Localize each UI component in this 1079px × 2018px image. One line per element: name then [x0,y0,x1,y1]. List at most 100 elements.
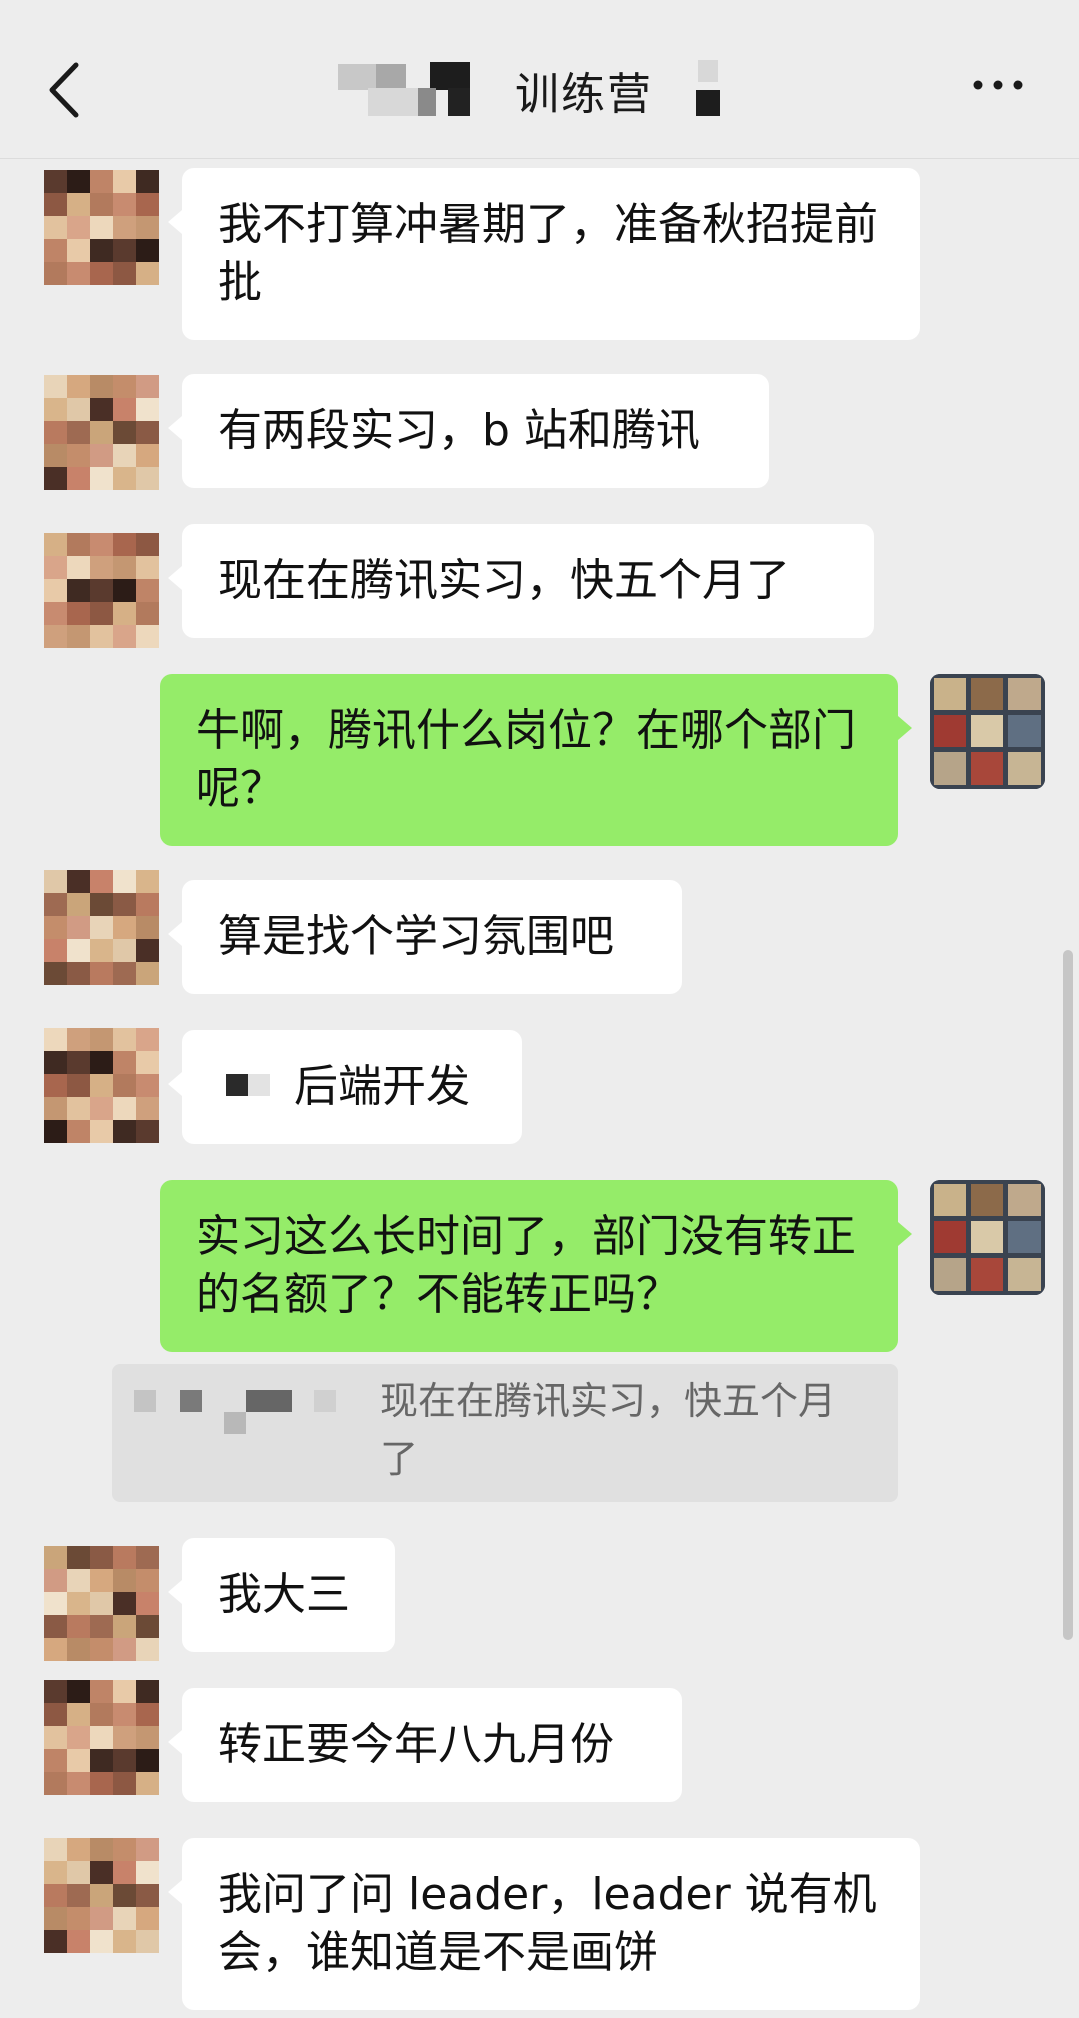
more-horizontal-icon[interactable] [968,60,1028,110]
avatar-mosaic-pixel [90,1680,113,1703]
self-avatar[interactable] [930,674,1045,789]
avatar-mosaic-pixel [136,579,159,602]
chevron-left-icon[interactable] [40,55,90,125]
avatar-mosaic-pixel [67,1884,90,1907]
message-bubble[interactable]: 牛啊，腾讯什么岗位？在哪个部门呢？ [160,674,912,846]
quoted-message-text: 现在在腾讯实习，快五个月了 [380,1379,837,1481]
avatar-mosaic-pixel [113,1074,136,1097]
avatar-mosaic-pixel [136,1930,159,1953]
redacted-mosaic [368,88,418,116]
avatar-mosaic-pixel [44,1861,67,1884]
avatar-mosaic-pixel [136,939,159,962]
message-bubble[interactable]: 有两段实习，b 站和腾讯 [168,374,769,488]
avatar-mosaic-pixel [44,602,67,625]
avatar-mosaic-pixel [67,375,90,398]
avatar-mosaic-pixel [136,193,159,216]
avatar-mosaic-pixel [113,1703,136,1726]
avatar-mosaic-pixel [67,1615,90,1638]
avatar[interactable] [44,1838,159,1953]
avatar-mosaic-pixel [67,1638,90,1661]
avatar-mosaic-pixel [67,239,90,262]
avatar-mosaic-pixel [67,216,90,239]
avatar-mosaic-pixel [113,421,136,444]
avatar-mosaic-pixel [44,1615,67,1638]
avatar-mosaic-pixel [67,579,90,602]
avatar-mosaic-pixel [136,1680,159,1703]
scrollbar[interactable] [1063,950,1073,1640]
avatar-mosaic-pixel [67,1074,90,1097]
message-bubble[interactable]: 转正要今年八九月份 [168,1688,682,1802]
avatar-mosaic-pixel [113,556,136,579]
avatar[interactable] [44,1028,159,1143]
avatar-mosaic-pixel [44,170,67,193]
avatar-mosaic-pixel [67,444,90,467]
avatar-mosaic-pixel [44,1772,67,1795]
chat-header: 训练营 [0,0,1079,160]
avatar-mosaic-pixel [90,1097,113,1120]
avatar-mosaic-pixel [113,1726,136,1749]
redacted-mosaic [338,64,376,90]
redacted-mosaic [418,88,436,116]
avatar-mosaic-pixel [90,1838,113,1861]
avatar[interactable] [44,1680,159,1795]
redacted-mosaic [248,1074,270,1096]
avatar-mosaic-pixel [44,1907,67,1930]
message-bubble[interactable]: 我问了问 leader，leader 说有机会，谁知道是不是画饼 [168,1838,920,2010]
avatar-mosaic-pixel [136,625,159,648]
avatar-mosaic-pixel [90,1592,113,1615]
avatar-mosaic-pixel [67,962,90,985]
avatar-mosaic-pixel [67,870,90,893]
avatar-mosaic-pixel [113,1120,136,1143]
avatar-mosaic-pixel [90,1074,113,1097]
avatar-mosaic-pixel [113,398,136,421]
avatar-mosaic-pixel [44,1569,67,1592]
message-bubble[interactable]: 实习这么长时间了，部门没有转正的名额了？不能转正吗？ [160,1180,912,1352]
avatar-mosaic-pixel [67,625,90,648]
avatar-mosaic-pixel [113,1546,136,1569]
avatar-mosaic-pixel [113,1638,136,1661]
avatar-mosaic-pixel [44,1884,67,1907]
avatar-mosaic-pixel [113,239,136,262]
avatar-mosaic-pixel [136,1028,159,1051]
avatar-mosaic-pixel [136,216,159,239]
avatar[interactable] [44,170,159,285]
avatar-mosaic-pixel [44,375,67,398]
avatar[interactable] [44,533,159,648]
bookshelf-avatar-image [930,1180,1045,1295]
avatar-mosaic-pixel [90,216,113,239]
avatar-mosaic-pixel [67,1592,90,1615]
avatar-mosaic-pixel [90,1861,113,1884]
avatar-mosaic-pixel [113,870,136,893]
message-bubble[interactable]: 我大三 [168,1538,395,1652]
avatar-mosaic-pixel [113,1772,136,1795]
avatar-mosaic-pixel [44,962,67,985]
message-bubble[interactable]: 我不打算冲暑期了，准备秋招提前批 [168,168,920,340]
avatar-mosaic-pixel [136,467,159,490]
avatar-mosaic-pixel [44,1097,67,1120]
avatar-mosaic-pixel [90,1638,113,1661]
avatar[interactable] [44,375,159,490]
self-avatar[interactable] [930,1180,1045,1295]
avatar-mosaic-pixel [90,870,113,893]
avatar-mosaic-pixel [44,1680,67,1703]
avatar-mosaic-pixel [113,939,136,962]
avatar-mosaic-pixel [136,1726,159,1749]
avatar-mosaic-pixel [90,1772,113,1795]
avatar-mosaic-pixel [136,1051,159,1074]
avatar-mosaic-pixel [44,1051,67,1074]
avatar-mosaic-pixel [67,602,90,625]
avatar-mosaic-pixel [136,1638,159,1661]
avatar-mosaic-pixel [136,1703,159,1726]
message-bubble[interactable]: 现在在腾讯实习，快五个月了 [168,524,874,638]
avatar-mosaic-pixel [113,1028,136,1051]
avatar-mosaic-pixel [44,1546,67,1569]
avatar-mosaic-pixel [90,602,113,625]
avatar-mosaic-pixel [67,1028,90,1051]
message-bubble[interactable]: 算是找个学习氛围吧 [168,880,682,994]
avatar-mosaic-pixel [90,533,113,556]
avatar[interactable] [44,870,159,985]
avatar[interactable] [44,1546,159,1661]
avatar-mosaic-pixel [90,556,113,579]
avatar-mosaic-pixel [44,1120,67,1143]
avatar-mosaic-pixel [113,1930,136,1953]
